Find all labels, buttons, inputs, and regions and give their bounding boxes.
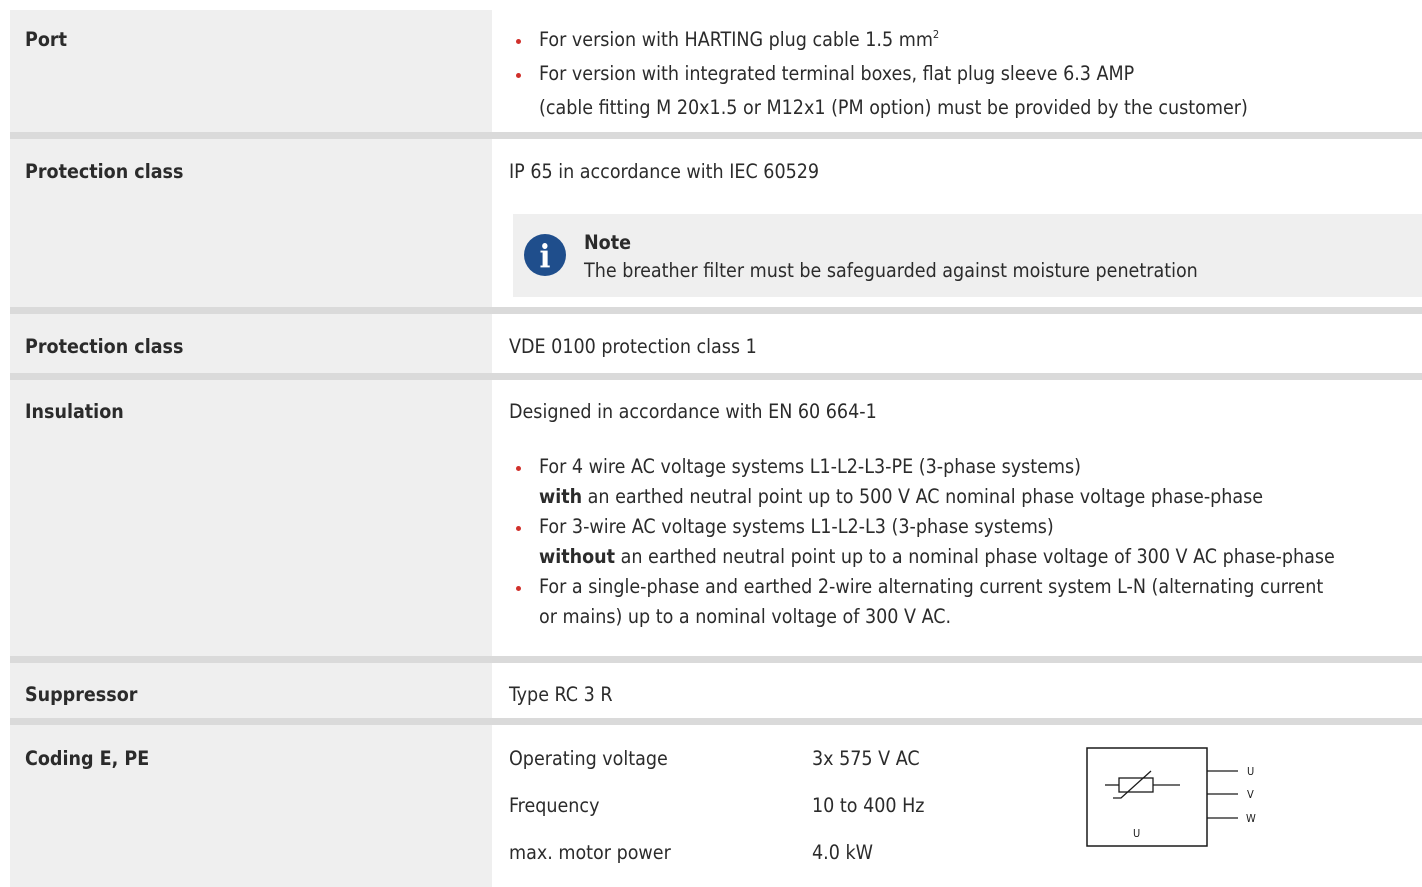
bullet-text-continued: without an earthed neutral point up to a… <box>539 545 1335 568</box>
row-separator <box>10 718 1422 725</box>
note-box: i Note The breather filter must be safeg… <box>513 214 1422 297</box>
value-text: VDE 0100 protection class 1 <box>509 335 757 358</box>
row-value: IP 65 in accordance with IEC 60529 i Not… <box>493 139 1422 307</box>
row-label: Insulation <box>10 380 492 656</box>
row-port: Port For version with HARTING plug cable… <box>0 10 1422 132</box>
note-title: Note <box>584 231 632 254</box>
row-label: Coding E, PE <box>10 725 492 887</box>
row-value: Designed in accordance with EN 60 664-1 … <box>493 380 1422 656</box>
row-label: Protection class <box>10 139 492 307</box>
info-icon: i <box>524 234 566 276</box>
value-text: IP 65 in accordance with IEC 60529 <box>509 160 820 183</box>
diagram-output-w: W <box>1246 812 1256 825</box>
bullet-text: For 3-wire AC voltage systems L1-L2-L3 (… <box>539 515 1054 538</box>
row-label: Port <box>10 10 492 132</box>
spec-value: 10 to 400 Hz <box>812 794 925 817</box>
row-value: VDE 0100 protection class 1 <box>493 314 1422 373</box>
spec-value: 3x 575 V AC <box>812 747 920 770</box>
spec-value: 4.0 kW <box>812 841 873 864</box>
row-value: For version with HARTING plug cable 1.5 … <box>493 10 1422 132</box>
value-text: Type RC 3 R <box>509 683 613 706</box>
row-protection-class: Protection class IP 65 in accordance wit… <box>0 139 1422 307</box>
row-label: Suppressor <box>10 663 492 718</box>
row-suppressor: Suppressor Type RC 3 R <box>0 663 1422 718</box>
bullet-dot <box>516 39 521 44</box>
spec-name: Frequency <box>509 794 600 817</box>
bullet-text: For a single-phase and earthed 2-wire al… <box>539 575 1324 598</box>
row-label: Protection class <box>10 314 492 373</box>
bullet-text: For 4 wire AC voltage systems L1-L2-L3-P… <box>539 455 1082 478</box>
row-protection-class-vde: Protection class VDE 0100 protection cla… <box>0 314 1422 373</box>
note-text: The breather filter must be safeguarded … <box>584 259 1198 282</box>
suppressor-circuit-diagram: U U V W <box>1086 747 1256 847</box>
diagram-box <box>1086 747 1208 847</box>
diagram-output-v: V <box>1247 788 1254 801</box>
bullet-dot <box>516 466 521 471</box>
spec-name: Operating voltage <box>509 747 668 770</box>
bullet-text: For version with integrated terminal box… <box>539 62 1135 85</box>
spec-name: max. motor power <box>509 841 671 864</box>
row-value: Operating voltage 3x 575 V AC Frequency … <box>493 725 1422 887</box>
bullet-text-continued: (cable fitting M 20x1.5 or M12x1 (PM opt… <box>539 96 1248 119</box>
bullet-text: For version with HARTING plug cable 1.5 … <box>539 28 940 51</box>
bullet-dot <box>516 526 521 531</box>
row-coding: Coding E, PE Operating voltage 3x 575 V … <box>0 725 1422 887</box>
row-separator <box>10 656 1422 663</box>
value-text: Designed in accordance with EN 60 664-1 <box>509 400 877 423</box>
diagram-output-u: U <box>1247 765 1254 778</box>
bullet-text-continued: with an earthed neutral point up to 500 … <box>539 485 1264 508</box>
bullet-dot <box>516 73 521 78</box>
bullet-text-continued: or mains) up to a nominal voltage of 300… <box>539 605 952 628</box>
row-insulation: Insulation Designed in accordance with E… <box>0 380 1422 656</box>
row-separator <box>10 307 1422 314</box>
diagram-inner-label: U <box>1133 827 1140 840</box>
row-separator <box>10 132 1422 139</box>
row-value: Type RC 3 R <box>493 663 1422 718</box>
row-separator <box>10 373 1422 380</box>
bullet-dot <box>516 586 521 591</box>
